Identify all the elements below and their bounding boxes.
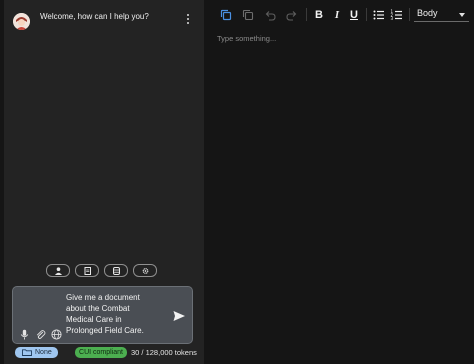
globe-icon[interactable]: [51, 327, 62, 340]
editor-toolbar: B I U 1 2 3 Body: [205, 0, 474, 28]
numbered-list-icon[interactable]: 1 2 3: [390, 8, 404, 22]
folder-label: None: [35, 349, 52, 356]
document-button[interactable]: [75, 264, 99, 277]
redo-icon[interactable]: [285, 8, 299, 22]
document-icon: [84, 267, 91, 275]
copy-icon[interactable]: [219, 8, 233, 22]
chat-panel: Welcome, how can I help you? Give me a d…: [4, 0, 204, 364]
chevron-down-icon: [459, 13, 465, 17]
send-icon: [173, 311, 185, 321]
quick-actions: [46, 264, 166, 278]
duplicate-icon[interactable]: [241, 8, 255, 22]
send-button[interactable]: [172, 309, 186, 323]
editor-content[interactable]: Type something...: [217, 34, 467, 354]
person-icon: [55, 267, 62, 275]
assistant-avatar: [13, 13, 30, 30]
undo-icon[interactable]: [263, 8, 277, 22]
welcome-message: Welcome, how can I help you?: [40, 12, 149, 21]
svg-text:3: 3: [391, 16, 394, 21]
italic-button[interactable]: I: [330, 8, 344, 22]
folder-icon: [22, 349, 32, 356]
avatar-icon: [13, 13, 30, 30]
microphone-icon[interactable]: [19, 327, 30, 340]
attachment-icon[interactable]: [35, 327, 46, 339]
more-options-icon[interactable]: [184, 13, 192, 25]
database-button[interactable]: [104, 264, 128, 277]
text-style-select[interactable]: Body: [414, 8, 469, 22]
text-style-value: Body: [417, 8, 438, 18]
toolbar-divider: [306, 8, 307, 21]
app-window: Welcome, how can I help you? Give me a d…: [0, 0, 474, 364]
toolbar-divider: [366, 8, 367, 21]
document-editor: B I U 1 2 3 Body Type something...: [205, 0, 474, 364]
bold-button[interactable]: B: [312, 8, 326, 22]
person-button[interactable]: [46, 264, 70, 277]
toolbar-divider: [409, 8, 410, 21]
composer-input[interactable]: Give me a document about the Combat Medi…: [66, 292, 166, 336]
composer-footer: None CUI compliant 30 / 128,000 tokens: [15, 347, 205, 359]
gear-icon: [142, 268, 149, 274]
bullet-list-icon[interactable]: [372, 8, 386, 22]
database-icon: [113, 267, 120, 275]
underline-button[interactable]: U: [347, 8, 361, 22]
compliance-badge: CUI compliant: [75, 347, 127, 358]
chat-header: Welcome, how can I help you?: [4, 0, 204, 36]
token-counter: 30 / 128,000 tokens: [131, 348, 197, 357]
settings-button[interactable]: [133, 264, 157, 277]
chat-composer[interactable]: Give me a document about the Combat Medi…: [12, 286, 193, 344]
folder-selector[interactable]: None: [15, 347, 58, 358]
